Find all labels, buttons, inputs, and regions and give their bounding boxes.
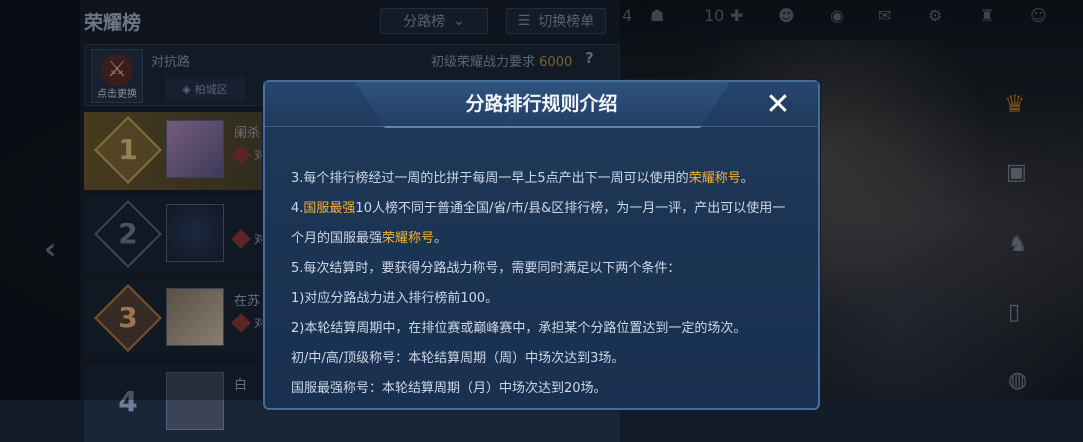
rule-5: 5.每次结算时，要获得分路战力称号，需要同时满足以下两个条件： <box>291 261 681 276</box>
rules-dialog: 分路排行规则介绍 ✕ 3.每个排行榜经过一周的比拼于每周一早上5点产出下一周可以… <box>263 80 820 410</box>
condition-1: 1)对应分路战力进入排行榜前100。 <box>291 291 499 306</box>
condition-3: 初/中/高/顶级称号：本轮结算周期（周）中场次达到3场。 <box>291 351 625 366</box>
rule-4-line-2-suffix: 。 <box>434 231 448 246</box>
rule-3-text: 3.每个排行榜经过一周的比拼于每周一早上5点产出下一周可以使用的 <box>291 171 689 186</box>
rules-text: 3.每个排行榜经过一周的比拼于每周一早上5点产出下一周可以使用的荣耀称号。 4.… <box>291 164 803 404</box>
condition-2: 2)本轮结算周期中，在排位赛或巅峰赛中，承担某个分路位置达到一定的场次。 <box>291 321 747 336</box>
rule-4: 4.国服最强10人榜不同于普通全国/省/市/县&区排行榜，为一月一评，产出可以使… <box>291 201 786 216</box>
honor-title-highlight: 荣耀称号 <box>382 231 435 246</box>
honor-title-highlight: 荣耀称号 <box>688 171 741 186</box>
rule-4-line-2: 个月的国服最强荣耀称号。 <box>291 224 803 254</box>
rule-4-text: 10人榜不同于普通全国/省/市/县&区排行榜，为一月一评，产出可以使用一 <box>355 201 786 216</box>
dialog-header: 分路排行规则介绍 ✕ <box>265 82 818 128</box>
rule-3: 3.每个排行榜经过一周的比拼于每周一早上5点产出下一周可以使用的荣耀称号。 <box>291 164 803 194</box>
close-icon[interactable]: ✕ <box>761 88 795 122</box>
server-best-highlight: 国服最强 <box>303 201 356 216</box>
rule-4-line-2-text: 个月的国服最强 <box>291 231 383 246</box>
dialog-title: 分路排行规则介绍 <box>465 93 618 115</box>
rule-3-suffix: 。 <box>740 171 754 186</box>
